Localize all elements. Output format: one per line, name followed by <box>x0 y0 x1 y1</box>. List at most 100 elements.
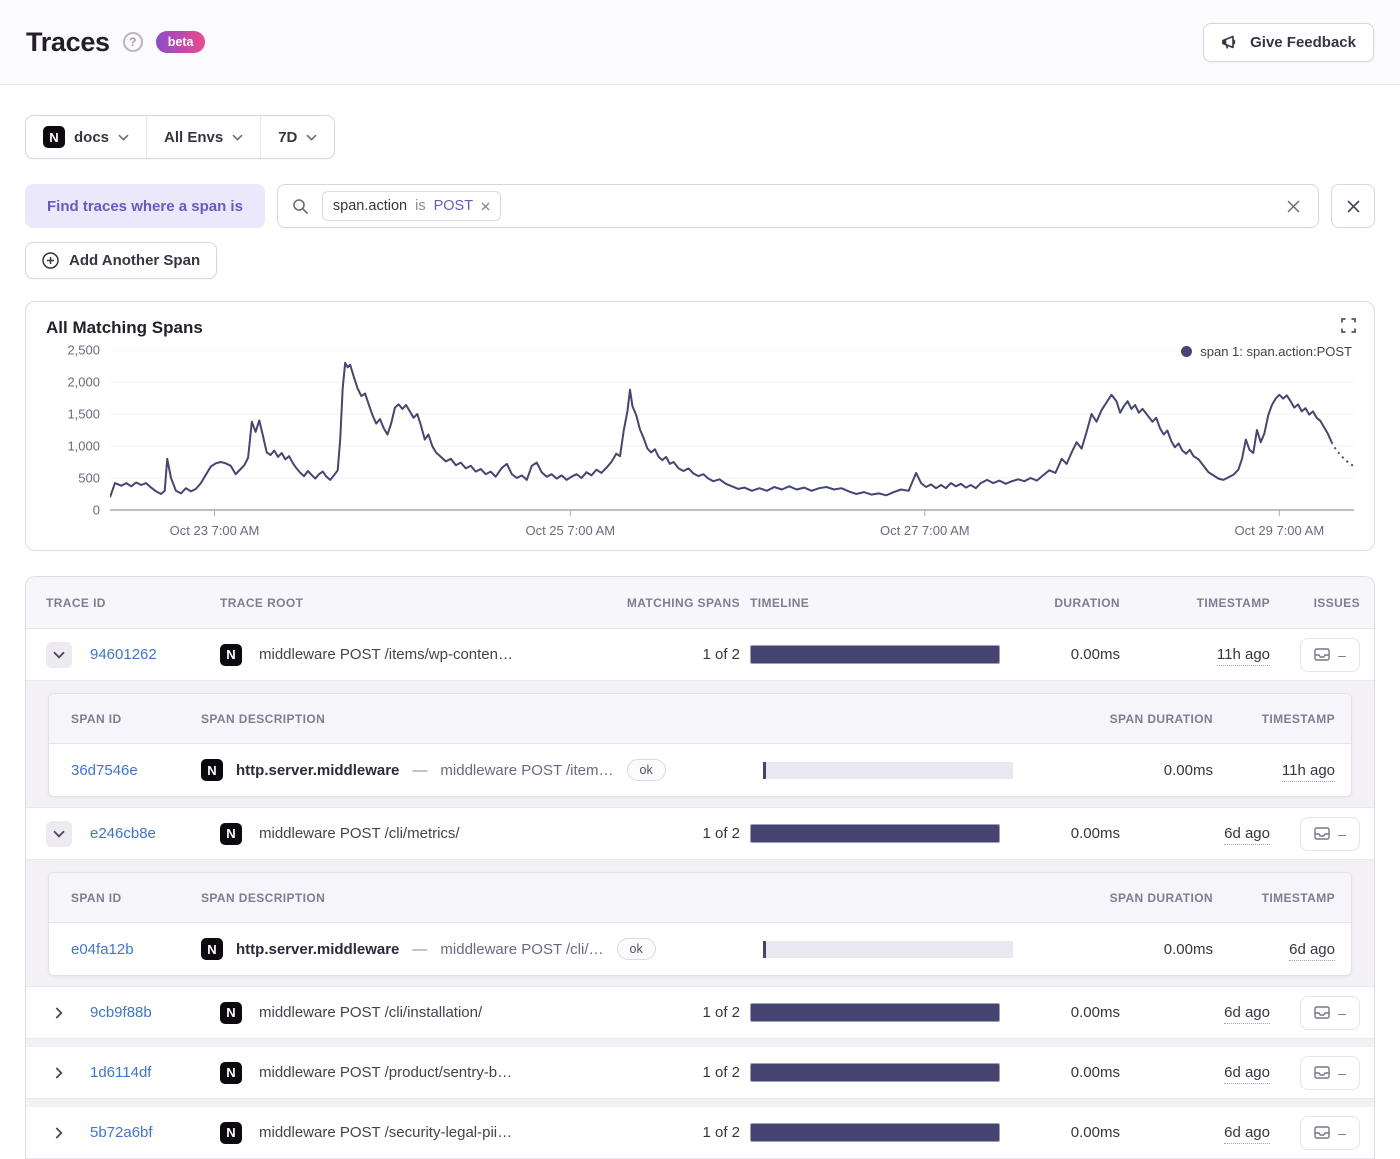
environment-selector-label: All Envs <box>164 128 224 146</box>
trace-root-label: middleware POST /items/wp-conten… <box>259 646 513 663</box>
search-filter-chip[interactable]: span.action is POST <box>321 191 502 221</box>
span-row: e04fa12b N http.server.middleware — midd… <box>49 923 1351 975</box>
col-span-timestamp: TIMESTAMP <box>1261 711 1335 726</box>
environment-selector[interactable]: All Envs <box>146 116 260 158</box>
row-separator <box>26 1039 1374 1047</box>
issues-empty-dash: – <box>1338 1004 1346 1021</box>
duration-value: 0.00ms <box>1070 825 1120 842</box>
trace-id-link[interactable]: 9cb9f88b <box>90 1004 210 1021</box>
trace-id-link[interactable]: e246cb8e <box>90 825 210 842</box>
expand-trace-button[interactable] <box>46 1066 72 1079</box>
find-traces-label: Find traces where a span is <box>25 184 265 228</box>
add-another-span-label: Add Another Span <box>69 252 201 269</box>
help-icon[interactable]: ? <box>122 32 143 52</box>
give-feedback-button[interactable]: Give Feedback <box>1203 22 1374 62</box>
col-trace-id: TRACE ID <box>46 595 106 610</box>
issues-button[interactable]: – <box>1300 1055 1360 1090</box>
span-id-link[interactable]: e04fa12b <box>71 941 191 958</box>
trace-root-label: middleware POST /product/sentry-b… <box>259 1064 513 1081</box>
chart-title: All Matching Spans <box>46 318 203 337</box>
trace-id-link[interactable]: 1d6114df <box>90 1064 210 1081</box>
nextjs-project-icon: N <box>201 938 223 960</box>
col-span-timestamp: TIMESTAMP <box>1261 890 1335 905</box>
expand-trace-button[interactable] <box>46 1126 72 1139</box>
nextjs-project-icon: N <box>201 759 223 781</box>
span-duration-value: 0.00ms <box>1163 761 1213 779</box>
expand-chart-icon[interactable] <box>1341 318 1356 333</box>
span-search-row: Find traces where a span is span.action … <box>25 184 1375 228</box>
filter-value[interactable]: POST <box>434 198 473 214</box>
span-op-label: http.server.middleware <box>236 761 400 779</box>
duration-value: 0.00ms <box>1070 646 1120 663</box>
timestamp-value: 6d ago <box>1224 825 1270 845</box>
nextjs-project-icon: N <box>220 1001 242 1024</box>
timestamp-value: 11h ago <box>1216 646 1270 666</box>
timeline-bar <box>750 1063 1000 1082</box>
clear-search-icon[interactable] <box>1283 196 1304 217</box>
issues-empty-dash: – <box>1338 825 1346 842</box>
matching-spans-value: 1 of 2 <box>702 646 740 663</box>
matching-spans-value: 1 of 2 <box>702 1064 740 1081</box>
col-span-description: SPAN DESCRIPTION <box>201 890 326 905</box>
duration-value: 0.00ms <box>1070 1004 1120 1021</box>
chevron-down-icon <box>306 134 317 141</box>
span-status-badge: ok <box>626 759 666 781</box>
col-timestamp: TIMESTAMP <box>1196 595 1270 610</box>
chevron-right-icon <box>55 1126 63 1139</box>
span-separator: — <box>412 940 428 958</box>
trace-id-link[interactable]: 94601262 <box>90 646 210 663</box>
duration-value: 0.00ms <box>1070 1124 1120 1141</box>
span-timeline-bar <box>763 761 1013 779</box>
trace-root-label: middleware POST /cli/metrics/ <box>259 825 460 842</box>
timeline-bar <box>750 1123 1000 1142</box>
page-filter-bar: N docs All Envs 7D <box>25 115 336 159</box>
nextjs-project-icon: N <box>220 1061 242 1084</box>
top-bar: Traces ? beta Give Feedback <box>0 0 1400 85</box>
expand-trace-button[interactable] <box>46 1006 72 1019</box>
all-matching-spans-panel: All Matching Spans span 1: span.action:P… <box>25 301 1375 551</box>
table-row: e246cb8e N middleware POST /cli/metrics/… <box>26 808 1374 860</box>
project-selector[interactable]: N docs <box>26 116 146 158</box>
beta-badge: beta <box>155 31 206 53</box>
issues-button[interactable]: – <box>1300 637 1360 672</box>
span-duration-value: 0.00ms <box>1163 940 1213 958</box>
chevron-down-icon <box>53 651 65 659</box>
matching-spans-value: 1 of 2 <box>702 1004 740 1021</box>
issues-inbox-icon <box>1314 648 1330 661</box>
chevron-down-icon <box>118 134 129 141</box>
table-row: 94601262 N middleware POST /items/wp-con… <box>26 629 1374 681</box>
add-another-span-button[interactable]: Add Another Span <box>25 242 218 279</box>
issues-button[interactable]: – <box>1300 816 1360 851</box>
remove-span-query-button[interactable] <box>1331 184 1375 228</box>
page-title: Traces <box>26 26 110 57</box>
date-range-selector[interactable]: 7D <box>260 116 334 158</box>
trace-id-link[interactable]: 5b72a6bf <box>90 1124 210 1141</box>
filter-operator[interactable]: is <box>415 198 425 214</box>
issues-button[interactable]: – <box>1300 1115 1360 1150</box>
span-id-link[interactable]: 36d7546e <box>71 762 191 779</box>
matching-spans-value: 1 of 2 <box>702 1124 740 1141</box>
chart-legend[interactable]: span 1: span.action:POST <box>1175 344 1352 359</box>
table-row: 1d6114df N middleware POST /product/sent… <box>26 1047 1374 1099</box>
timestamp-value: 6d ago <box>1224 1004 1270 1024</box>
span-timeline-bar <box>763 940 1013 958</box>
collapse-trace-button[interactable] <box>46 820 72 847</box>
remove-filter-icon[interactable] <box>481 202 490 211</box>
col-timeline: TIMELINE <box>750 595 810 610</box>
issues-inbox-icon <box>1314 1006 1330 1019</box>
traces-table: TRACE ID TRACE ROOT MATCHING SPANS TIMEL… <box>25 576 1375 1159</box>
plus-circle-icon <box>42 252 59 269</box>
col-span-description: SPAN DESCRIPTION <box>201 711 326 726</box>
col-duration: DURATION <box>1054 595 1120 610</box>
issues-button[interactable]: – <box>1300 995 1360 1030</box>
collapse-trace-button[interactable] <box>46 641 72 668</box>
nextjs-project-icon: N <box>43 126 65 148</box>
matching-spans-value: 1 of 2 <box>702 825 740 842</box>
nextjs-project-icon: N <box>220 822 242 845</box>
nextjs-project-icon: N <box>220 643 242 666</box>
col-span-duration: SPAN DURATION <box>1109 890 1213 905</box>
give-feedback-label: Give Feedback <box>1250 33 1356 51</box>
col-trace-root: TRACE ROOT <box>220 595 304 610</box>
span-search-input[interactable]: span.action is POST <box>276 184 1319 228</box>
span-op-label: http.server.middleware <box>236 940 400 958</box>
